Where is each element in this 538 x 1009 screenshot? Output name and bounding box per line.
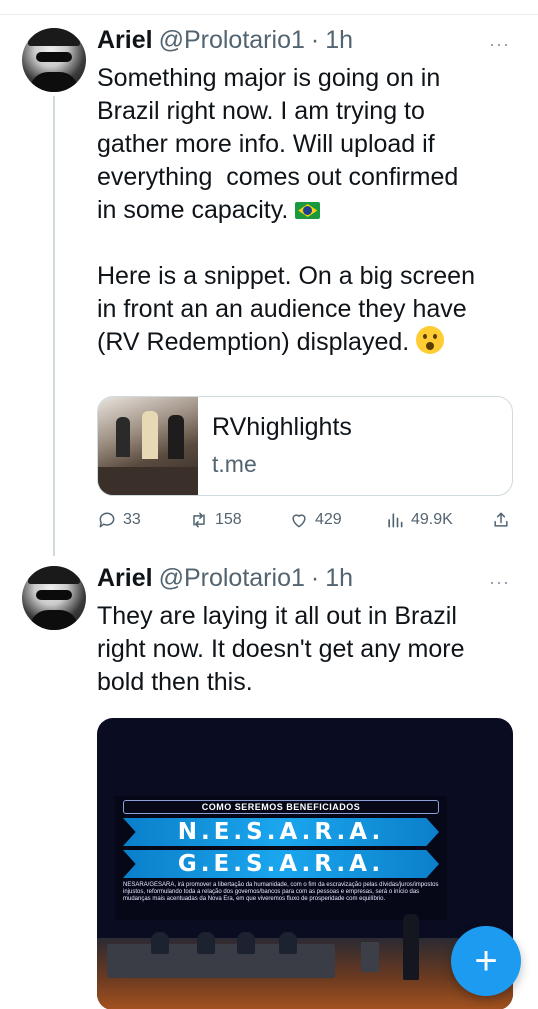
retweet-count: 158 <box>215 511 242 528</box>
tweet-actions: 33 158 429 49.9K <box>97 510 517 536</box>
avatar[interactable] <box>22 28 86 92</box>
panel-table <box>107 932 335 978</box>
avatar-coat <box>30 610 78 630</box>
avatar-hat <box>28 28 80 46</box>
screen-caption: NESARA/GESARA, irá promover a libertação… <box>123 882 439 902</box>
more-options-icon[interactable]: ··· <box>489 572 510 593</box>
top-divider <box>0 14 538 15</box>
reply-count: 33 <box>123 511 141 528</box>
link-card[interactable]: RVhighlights t.me <box>97 396 513 496</box>
presentation-screen: COMO SEREMOS BENEFICIADOS N.E.S.A.R.A. G… <box>115 796 447 920</box>
tweet-text: Something major is going on in Brazil ri… <box>97 62 517 359</box>
podium <box>361 942 379 972</box>
tweet-header: Ariel @Prolotario1 · 1h <box>97 564 353 593</box>
brazil-flag-icon <box>295 202 321 219</box>
time-separator: · <box>310 564 320 592</box>
tweet-text-part1: Something major is going on in Brazil ri… <box>97 64 459 224</box>
time-separator: · <box>310 26 320 54</box>
panelist <box>279 932 297 954</box>
view-count: 49.9K <box>411 511 453 528</box>
avatar-glasses <box>36 52 72 62</box>
author-handle[interactable]: @Prolotario1 <box>159 564 305 593</box>
stage <box>97 914 513 1009</box>
like-count: 429 <box>315 511 342 528</box>
tweet-time[interactable]: 1h <box>325 26 353 55</box>
reply-button[interactable]: 33 <box>97 510 141 530</box>
retweet-button[interactable]: 158 <box>189 510 242 530</box>
thumb-crowd <box>98 467 198 495</box>
like-button[interactable]: 429 <box>289 510 342 530</box>
share-button[interactable] <box>491 510 511 530</box>
gesara-banner: G.E.S.A.R.A. <box>123 850 439 878</box>
author-handle[interactable]: @Prolotario1 <box>159 26 305 55</box>
panelist <box>197 932 215 954</box>
panelist <box>151 932 169 954</box>
thread-connector-line <box>53 96 55 556</box>
compose-tweet-button[interactable]: + <box>451 926 521 996</box>
reply-icon <box>99 512 115 528</box>
astonished-face-icon <box>416 326 445 354</box>
views-button[interactable]: 49.9K <box>385 510 453 530</box>
nesara-banner-text: N.E.S.A.R.A. <box>177 819 385 845</box>
heart-icon <box>292 514 306 528</box>
avatar[interactable] <box>22 566 86 630</box>
author-name[interactable]: Ariel <box>97 26 153 55</box>
avatar-coat <box>30 72 78 92</box>
views-chart-icon <box>388 513 403 528</box>
share-icon <box>494 512 508 527</box>
avatar-hat <box>28 566 80 584</box>
tweet-text: They are laying it all out in Brazil rig… <box>97 602 465 696</box>
screen-heading: COMO SEREMOS BENEFICIADOS <box>123 800 439 814</box>
speaker <box>403 914 419 980</box>
link-card-title: RVhighlights <box>212 413 352 441</box>
link-card-thumbnail <box>98 397 198 495</box>
more-options-icon[interactable]: ··· <box>489 34 510 55</box>
thumb-person <box>116 417 130 457</box>
avatar-glasses <box>36 590 72 600</box>
link-card-info: RVhighlights t.me <box>198 397 352 495</box>
tweet-time[interactable]: 1h <box>325 564 353 593</box>
nesara-banner: N.E.S.A.R.A. <box>123 818 439 846</box>
panelist <box>237 932 255 954</box>
retweet-icon <box>193 512 205 528</box>
author-name[interactable]: Ariel <box>97 564 153 593</box>
thumb-person <box>168 415 184 459</box>
gesara-banner-text: G.E.S.A.R.A. <box>177 851 385 877</box>
thumb-person <box>142 411 158 459</box>
tweet-header: Ariel @Prolotario1 · 1h <box>97 26 353 55</box>
link-card-domain: t.me <box>212 451 257 477</box>
